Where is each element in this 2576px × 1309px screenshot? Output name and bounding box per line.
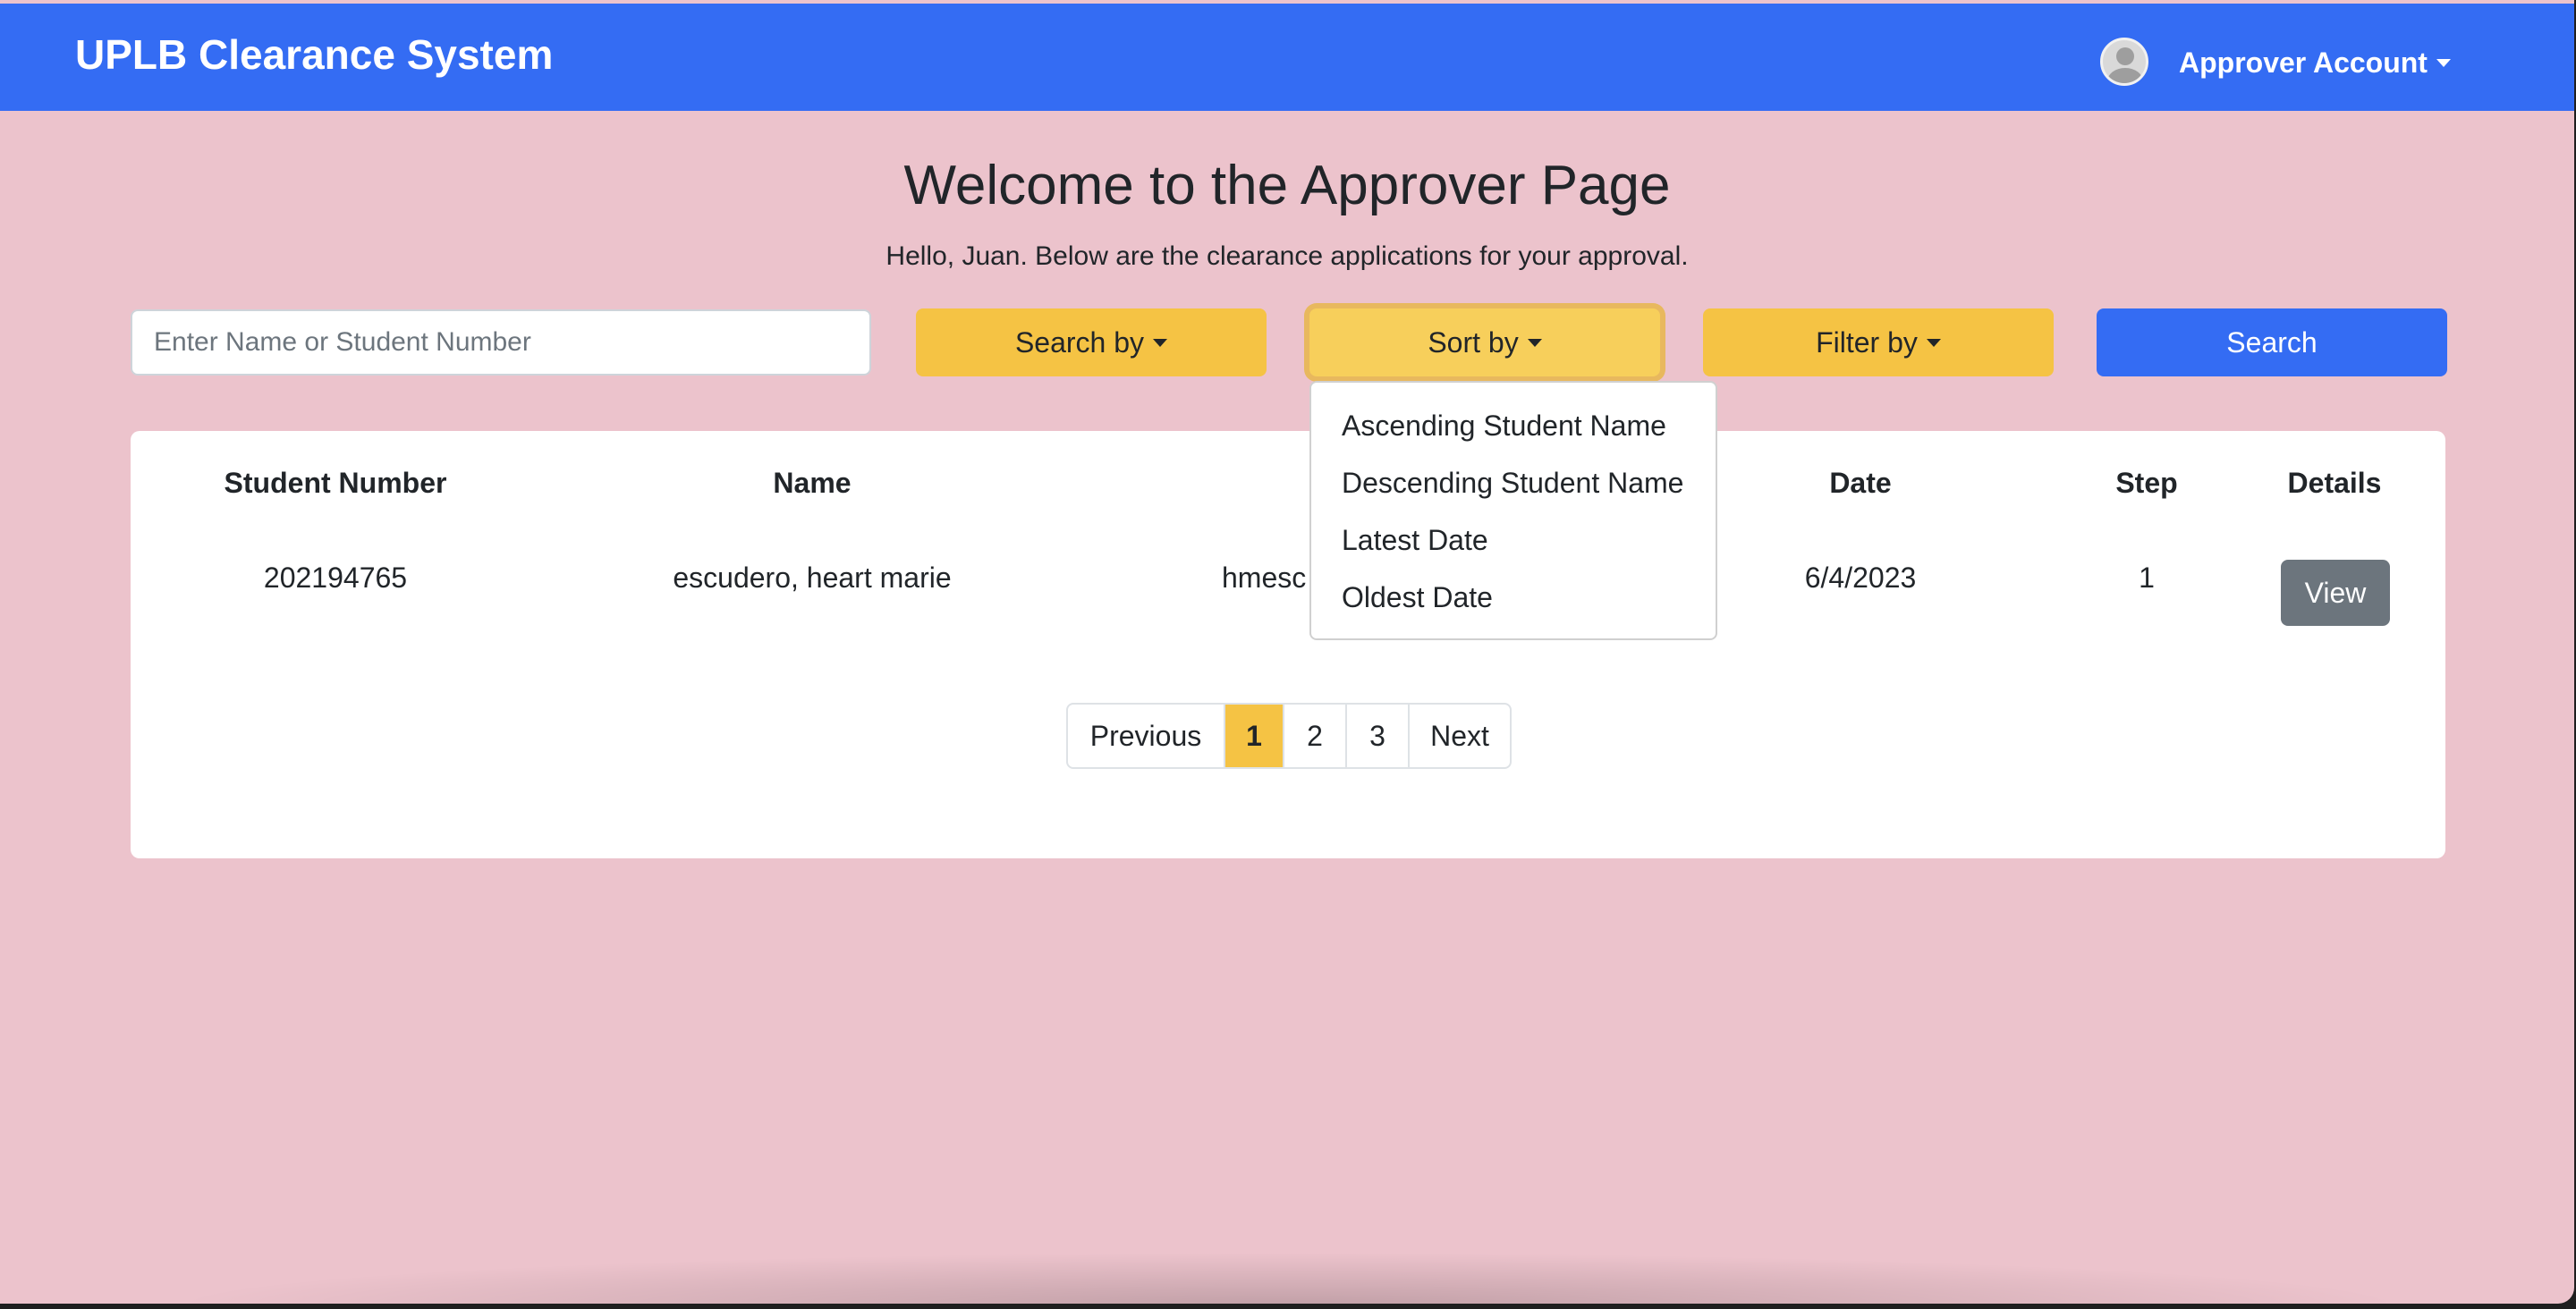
filter-by-button[interactable]: Filter by <box>1703 308 2054 376</box>
pagination-next[interactable]: Next <box>1408 705 1510 767</box>
page-title: Welcome to the Approver Page <box>903 155 1671 216</box>
chevron-down-icon <box>1926 338 1941 347</box>
account-dropdown[interactable]: Approver Account <box>2179 46 2451 80</box>
cell-name: escudero, heart marie <box>673 562 952 594</box>
search-by-button[interactable]: Search by <box>916 308 1267 376</box>
avatar-body <box>2107 68 2143 83</box>
header-date: Date <box>1829 467 1892 499</box>
chevron-down-icon <box>1527 338 1542 347</box>
chevron-down-icon <box>1153 338 1168 347</box>
account-label: Approver Account <box>2179 46 2428 79</box>
bottom-shadow <box>161 1252 2415 1304</box>
avatar-head <box>2116 47 2134 65</box>
search-input[interactable] <box>131 309 871 376</box>
cell-step: 1 <box>2139 562 2155 594</box>
search-button[interactable]: Search <box>2097 308 2447 376</box>
chevron-down-icon <box>2436 59 2451 67</box>
page-subtitle: Hello, Juan. Below are the clearance app… <box>886 241 1689 271</box>
sort-option-descending-name[interactable]: Descending Student Name <box>1342 467 1683 500</box>
search-by-label: Search by <box>1014 325 1145 359</box>
navbar: UPLB Clearance System Approver Account <box>0 4 2574 111</box>
sort-option-oldest-date[interactable]: Oldest Date <box>1342 581 1493 614</box>
brand-title[interactable]: UPLB Clearance System <box>75 30 553 79</box>
cell-date: 6/4/2023 <box>1804 562 1917 594</box>
sort-dropdown-menu: Ascending Student Name Descending Studen… <box>1309 381 1717 640</box>
filter-by-label: Filter by <box>1816 325 1918 359</box>
avatar-icon[interactable] <box>2100 38 2148 86</box>
header-name: Name <box>773 467 852 499</box>
sort-option-ascending-name[interactable]: Ascending Student Name <box>1342 410 1666 443</box>
header-student-number: Student Number <box>224 467 447 499</box>
sort-by-button[interactable]: Sort by <box>1309 308 1660 376</box>
view-button[interactable]: View <box>2281 560 2390 626</box>
header-step: Step <box>2115 467 2178 499</box>
pagination-page-2[interactable]: 2 <box>1283 705 1345 767</box>
pagination-previous[interactable]: Previous <box>1068 705 1224 767</box>
pagination: Previous 1 2 3 Next <box>1066 703 1512 769</box>
app-window: UPLB Clearance System Approver Account W… <box>0 0 2574 1304</box>
sort-by-label: Sort by <box>1428 325 1519 359</box>
cell-email: hmesc <box>1222 562 1307 594</box>
header-details: Details <box>2287 467 2382 499</box>
sort-option-latest-date[interactable]: Latest Date <box>1342 524 1488 557</box>
pagination-page-3[interactable]: 3 <box>1345 705 1408 767</box>
pagination-page-1[interactable]: 1 <box>1224 705 1283 767</box>
cell-student-number: 202194765 <box>263 562 408 594</box>
